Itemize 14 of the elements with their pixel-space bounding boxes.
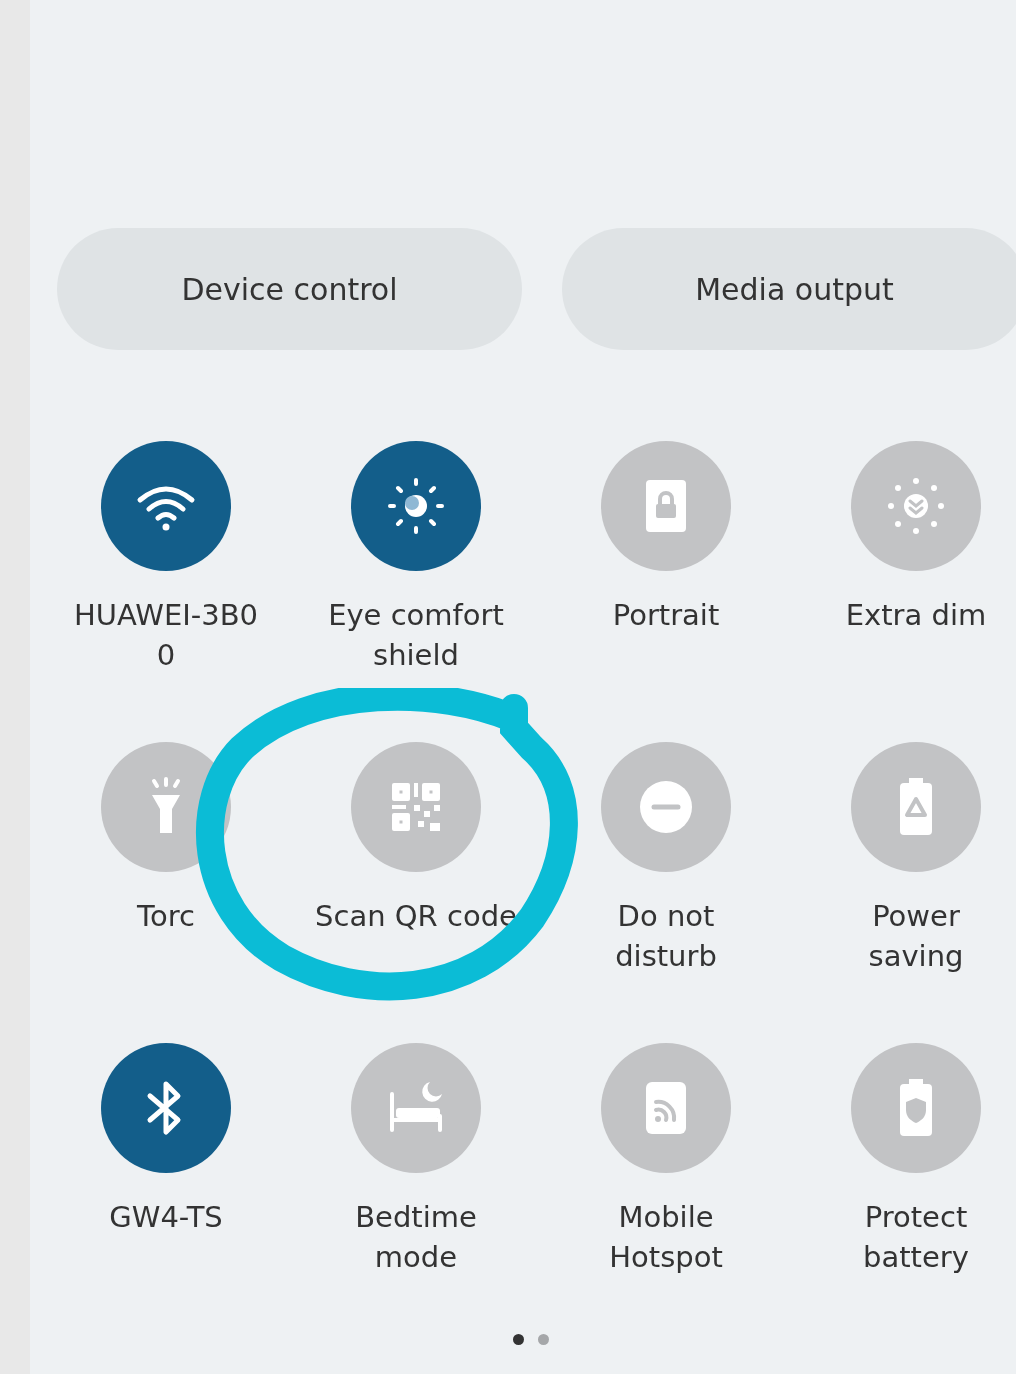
- toggle-label: Eye comfort shield: [328, 597, 504, 674]
- toggle-label: Mobile Hotspot: [609, 1199, 723, 1276]
- quick-panel-button[interactable]: Device control: [57, 228, 522, 350]
- toggle-label: Scan QR code: [315, 898, 517, 935]
- toggle-label: Power saving: [868, 898, 964, 975]
- quick-panel-button[interactable]: Media output: [562, 228, 1016, 350]
- toggle-label: Protect battery: [863, 1199, 969, 1276]
- toggle-label: Bedtime mode: [355, 1199, 477, 1276]
- toggle-label: Do not disturb: [615, 898, 717, 975]
- toggle-label: Portrait: [612, 597, 720, 634]
- toggle-label: Torc: [137, 898, 195, 935]
- toggle-label: HUAWEI-3B0 0: [73, 597, 259, 674]
- toggle-label: Extra dim: [845, 597, 987, 634]
- toggle-label: GW4-TS: [109, 1199, 223, 1236]
